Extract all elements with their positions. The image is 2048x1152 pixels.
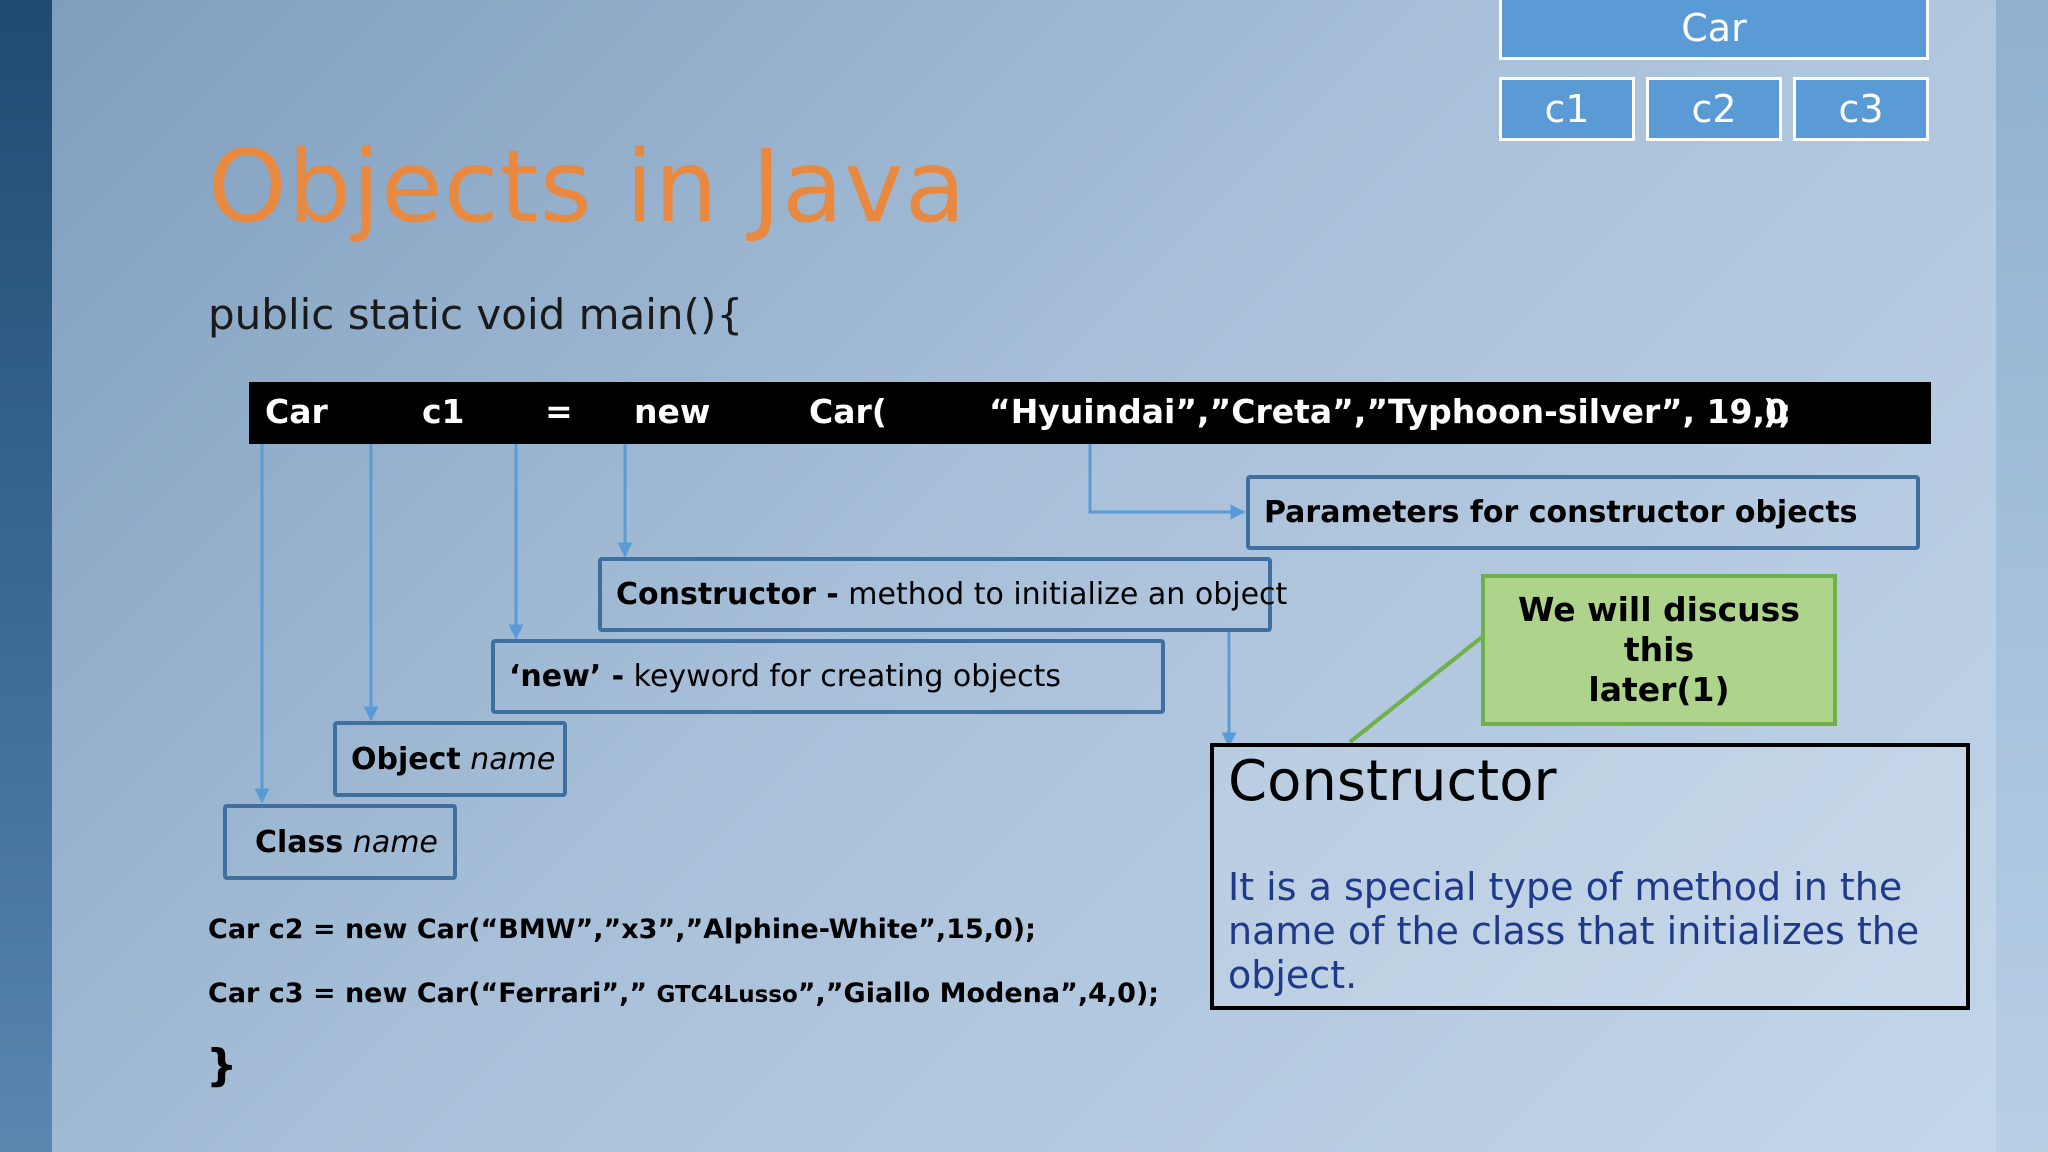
- label-new-keyword: ‘new’ - keyword for creating objects: [491, 639, 1165, 714]
- label-new-bold: ‘new’ -: [509, 659, 625, 694]
- definition-title: Constructor: [1228, 749, 1557, 814]
- label-object-bold: Object: [351, 741, 461, 777]
- code-line-c3-part-c: ”,”Giallo Modena”,4,0);: [797, 978, 1160, 1009]
- label-parameters-text: Parameters for constructor objects: [1264, 495, 1858, 530]
- code-line-c3-part-b: GTC4Lusso: [656, 982, 798, 1008]
- callout-line-1: We will discuss this: [1518, 590, 1800, 669]
- label-object-name: Object name: [333, 721, 567, 797]
- label-class-name: Class name: [223, 804, 457, 880]
- callout-discuss-later: We will discuss this later(1): [1481, 574, 1837, 726]
- code-line-c3: Car c3 = new Car(“Ferrari”,” GTC4Lusso”,…: [208, 978, 1159, 1009]
- label-constructor: Constructor - method to initialize an ob…: [598, 557, 1287, 632]
- label-class-rest: name: [343, 824, 438, 860]
- arrow-parameters: [1088, 444, 1246, 520]
- label-class-bold: Class: [255, 824, 344, 860]
- label-object-rest: name: [460, 741, 556, 777]
- callout-line-2: later(1): [1588, 670, 1730, 709]
- definition-text: It is a special type of method in the na…: [1228, 865, 1920, 997]
- callout-pointer-line: [1348, 635, 1484, 744]
- constructor-definition-box: Constructor It is a special type of meth…: [1210, 743, 1970, 1010]
- code-line-c2: Car c2 = new Car(“BMW”,”x3”,”Alphine-Whi…: [208, 914, 1036, 945]
- label-parameters: Parameters for constructor objects: [1246, 475, 1920, 550]
- code-line-c3-part-a: Car c3 = new Car(“Ferrari”,”: [208, 978, 657, 1009]
- closing-brace: }: [206, 1040, 238, 1091]
- label-constructor-rest: method to initialize an object: [838, 577, 1288, 612]
- label-constructor-bold: Constructor -: [616, 577, 839, 612]
- label-new-rest: keyword for creating objects: [624, 659, 1061, 694]
